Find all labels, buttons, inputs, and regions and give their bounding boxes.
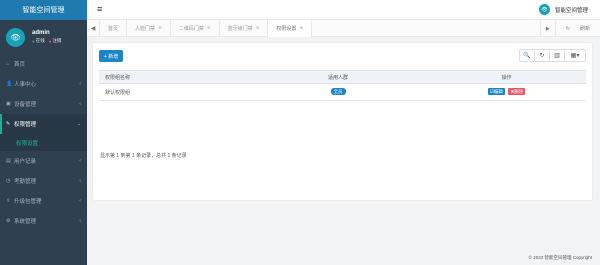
tab-label: 二维码门禁 xyxy=(178,25,204,32)
tabs-scroll-right-icon[interactable]: ▶ xyxy=(539,20,555,37)
permission-table: 权限组名称 适用人群 操作 默认权限组 全员 ☑编辑 ✖删除 xyxy=(99,70,586,101)
edit-button[interactable]: ☑编辑 xyxy=(487,88,505,95)
pagination-info: 显示第 1 到第 1 条记录，总共 1 条记录 xyxy=(100,153,187,159)
grid-export-icon: ▦▾ xyxy=(570,53,580,59)
avatar[interactable]: 👁 xyxy=(538,4,550,15)
sidebar-item-label: 升级包管理 xyxy=(14,199,42,205)
chevron-left-icon: ‹ xyxy=(79,81,81,87)
user-name[interactable]: admin xyxy=(32,30,61,36)
gear-icon: ⚙ xyxy=(6,218,11,224)
cell-users: 全员 xyxy=(249,83,427,101)
refresh-icon: ↻ xyxy=(539,53,545,59)
tab-bluetooth-access[interactable]: 蓝牙锁门禁 ⊗ xyxy=(220,19,269,37)
close-icon[interactable]: ⊗ xyxy=(299,25,303,31)
user-profile: 👁 admin ● 在线 ● 注销 xyxy=(0,20,87,54)
sidebar-item-attendance[interactable]: ◷ 考勤管理 ‹ xyxy=(0,171,87,191)
column-header-actions: 操作 xyxy=(427,70,586,84)
sidebar-item-label: 权限管理 xyxy=(14,122,37,128)
content-panel: + 新增 🔍 ↻ ▥ ▦▾ 权限组名称 适用人群 操作 默认权限组 全员 ☑编辑… xyxy=(93,43,592,200)
tab-label: 首页 xyxy=(108,25,119,32)
app-brand[interactable]: 智能空间管理 xyxy=(0,0,87,20)
column-header-name[interactable]: 权限组名称 xyxy=(99,70,249,84)
close-icon[interactable]: ⊗ xyxy=(256,25,260,31)
sidebar-item-upgrade[interactable]: ⇪ 升级包管理 ‹ xyxy=(0,191,87,211)
tab-label: 权限设置 xyxy=(276,25,297,32)
sidebar-item-label: 考勤管理 xyxy=(14,179,37,185)
chevron-left-icon: ‹ xyxy=(79,101,81,107)
sidebar-item-devices[interactable]: ▣ 设备管理 ‹ xyxy=(0,94,87,114)
menu-toggle-icon[interactable]: ≡ xyxy=(97,5,102,14)
refresh-tab-label: 刷新 xyxy=(579,26,590,32)
refresh-tab-button[interactable]: ↻ 刷新 xyxy=(554,20,600,37)
table-toolbar: 🔍 ↻ ▥ ▦▾ xyxy=(519,49,586,62)
sidebar-item-permissions[interactable]: ✎ 权限管理 ⌄ xyxy=(0,114,87,134)
chevron-down-icon: ⌄ xyxy=(76,121,81,127)
add-button[interactable]: + 新增 xyxy=(99,50,124,62)
top-app-title[interactable]: 智能空间管理 xyxy=(555,6,588,14)
cell-group-name: 默认权限组 xyxy=(99,83,249,101)
home-icon: ⌂ xyxy=(6,61,10,67)
chevron-left-icon: ‹ xyxy=(79,218,81,224)
tabs-scroll-left-icon[interactable]: ◀ xyxy=(87,19,100,37)
users-badge: 全员 xyxy=(330,88,346,95)
search-button[interactable]: 🔍 xyxy=(519,49,535,62)
chevron-left-icon: ‹ xyxy=(79,158,81,164)
close-icon[interactable]: ⊗ xyxy=(207,25,211,31)
sidebar-item-home[interactable]: ⌂ 首页 xyxy=(0,54,87,74)
delete-button[interactable]: ✖删除 xyxy=(508,88,526,95)
logout-link[interactable]: 注销 xyxy=(52,38,61,44)
top-user[interactable]: 👁 智能空间管理 xyxy=(538,4,588,15)
refresh-icon: ↻ xyxy=(565,25,570,32)
table-row[interactable]: 默认权限组 全员 ☑编辑 ✖删除 xyxy=(99,83,586,101)
columns-icon: ▥ xyxy=(554,53,560,59)
table-header-row: 权限组名称 适用人群 操作 xyxy=(99,70,586,84)
attendance-icon: ◷ xyxy=(6,178,11,184)
tab-label: 人脸门禁 xyxy=(135,25,156,32)
online-dot-icon: ● xyxy=(32,38,35,44)
chevron-left-icon: ‹ xyxy=(79,198,81,204)
submenu-permission-settings[interactable]: 权限设置 xyxy=(0,134,87,151)
logout-icon[interactable]: ● xyxy=(49,39,52,44)
cell-actions: ☑编辑 ✖删除 xyxy=(427,83,586,101)
sidebar-item-user-records[interactable]: ▤ 用户记录 ‹ xyxy=(0,151,87,171)
sidebar-item-label: 用户记录 xyxy=(14,159,37,165)
online-status: 在线 xyxy=(35,38,45,43)
sidebar-item-label: 系统管理 xyxy=(14,219,37,225)
user-icon: 👤 xyxy=(6,81,13,87)
search-icon: 🔍 xyxy=(523,53,531,59)
tabs-bar: ◀ 首页 人脸门禁 ⊗ 二维码门禁 ⊗ 蓝牙锁门禁 ⊗ 权限设置 ⊗ ▶ ↻ 刷… xyxy=(87,19,600,37)
sidebar-item-label: 首页 xyxy=(14,62,26,68)
tab-home[interactable]: 首页 xyxy=(100,19,128,37)
tab-label: 蓝牙锁门禁 xyxy=(227,25,253,32)
sidebar-item-label: 人事中心 xyxy=(14,82,37,88)
list-icon: ▤ xyxy=(6,158,11,164)
device-icon: ▣ xyxy=(6,101,11,107)
columns-button[interactable]: ▥ xyxy=(549,49,565,62)
footer-copyright: © 2023 智能空间管理 Copyright xyxy=(528,255,592,260)
close-icon[interactable]: ⊗ xyxy=(158,25,162,31)
refresh-button[interactable]: ↻ xyxy=(534,49,550,62)
sidebar-item-label: 设备管理 xyxy=(14,102,37,108)
column-header-users[interactable]: 适用人群 xyxy=(249,70,427,84)
key-icon: ✎ xyxy=(6,121,11,127)
sidebar-menu: ⌂ 首页 👤 人事中心 ‹ ▣ 设备管理 ‹ ✎ 权限管理 ⌄ 权限设置 ▤ 用… xyxy=(0,54,87,231)
chevron-left-icon: ‹ xyxy=(79,178,81,184)
tab-qrcode-access[interactable]: 二维码门禁 ⊗ xyxy=(171,19,220,37)
export-dropdown-button[interactable]: ▦▾ xyxy=(564,49,586,62)
sidebar: 智能空间管理 👁 admin ● 在线 ● 注销 ⌂ 首页 👤 人事中心 ‹ ▣… xyxy=(0,0,87,265)
upload-icon: ⇪ xyxy=(6,198,11,204)
sidebar-item-system[interactable]: ⚙ 系统管理 ‹ xyxy=(0,211,87,231)
sidebar-item-hr[interactable]: 👤 人事中心 ‹ xyxy=(0,74,87,94)
avatar[interactable]: 👁 xyxy=(6,27,25,47)
top-navbar: ≡ 👁 智能空间管理 xyxy=(87,0,600,20)
tab-face-access[interactable]: 人脸门禁 ⊗ xyxy=(127,19,171,37)
tab-permission-settings[interactable]: 权限设置 ⊗ xyxy=(268,19,313,37)
